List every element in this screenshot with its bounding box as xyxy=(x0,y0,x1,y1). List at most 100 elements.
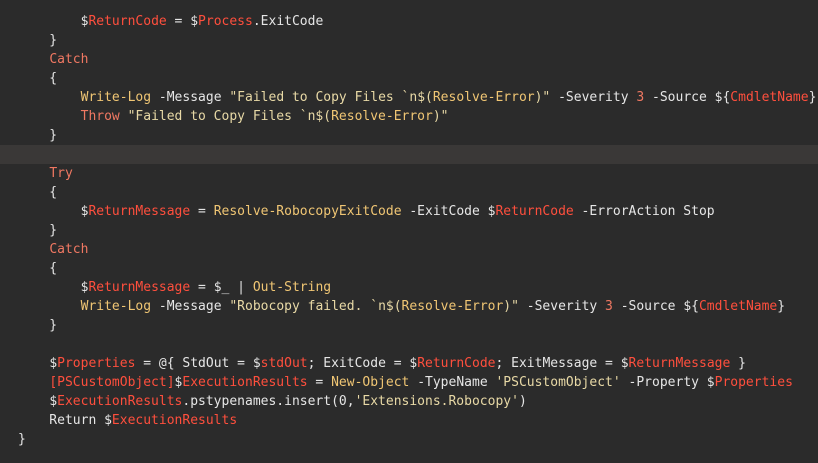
code-token: 'PSCustomObject' xyxy=(495,375,621,390)
code-line[interactable]: } xyxy=(0,221,818,240)
code-token: .pstypenames.insert(0, xyxy=(182,394,355,409)
code-token: ReturnMessage xyxy=(88,204,191,219)
code-line[interactable]: } xyxy=(0,126,818,145)
code-line[interactable]: $ExecutionResults.pstypenames.insert(0,'… xyxy=(0,392,818,411)
code-token: } xyxy=(18,432,26,447)
code-token: Properties xyxy=(57,356,136,371)
code-token: -ErrorAction Stop xyxy=(573,204,715,219)
code-token: stdOut xyxy=(260,356,308,371)
code-token: ExecutionResults xyxy=(57,394,183,409)
code-token: -Message xyxy=(151,299,230,314)
code-token: 3 xyxy=(636,90,645,105)
code-token: $ xyxy=(49,356,58,371)
code-token: Write-Log xyxy=(80,299,152,314)
code-token: $ xyxy=(620,356,629,371)
code-line[interactable]: [PSCustomObject] $ ExecutionResults = New-… xyxy=(0,373,818,392)
code-token: $ xyxy=(49,394,58,409)
code-token: { xyxy=(18,185,58,200)
code-line[interactable]: Write-Log -Message "Robocopy failed. `n$… xyxy=(0,297,818,316)
code-line[interactable] xyxy=(0,145,818,164)
code-token: Resolve-Error xyxy=(432,90,535,105)
code-token: )" xyxy=(503,299,519,314)
code-token: -ExitCode xyxy=(401,204,488,219)
code-line[interactable]: $ReturnMessage = $_ | Out-String xyxy=(0,278,818,297)
code-token: ; ExitCode = xyxy=(307,356,410,371)
code-token: { xyxy=(18,71,58,86)
code-line[interactable]: $ReturnCode = $Process.ExitCode xyxy=(0,12,818,31)
code-token: Properties xyxy=(714,375,793,390)
code-line[interactable]: Return $ExecutionResults xyxy=(0,411,818,430)
code-token: Catch xyxy=(49,52,89,67)
code-token: ReturnMessage xyxy=(88,280,191,295)
code-line[interactable]: } xyxy=(0,316,818,335)
code-token: = xyxy=(166,14,191,29)
code-token: Process xyxy=(198,14,253,29)
code-token: Write-Log xyxy=(80,90,152,105)
code-token: -Severity xyxy=(550,90,637,105)
code-line[interactable]: { xyxy=(0,259,818,278)
code-token: Resolve-Error xyxy=(401,299,504,314)
code-line[interactable]: Try xyxy=(0,164,818,183)
code-token: { xyxy=(18,261,58,276)
code-line[interactable]: { xyxy=(0,69,818,88)
code-line[interactable]: Catch xyxy=(0,50,818,69)
code-token: $ xyxy=(190,14,199,29)
code-token: -Source xyxy=(612,299,684,314)
code-token: } xyxy=(18,223,58,238)
code-token: -TypeName xyxy=(409,375,496,390)
code-token: )" xyxy=(432,109,449,124)
code-token: } xyxy=(18,318,58,333)
code-line[interactable]: $ReturnMessage = Resolve-RobocopyExitCod… xyxy=(0,202,818,221)
code-token: = xyxy=(190,280,214,295)
code-token: ${ xyxy=(714,90,731,105)
code-token: CmdletName xyxy=(698,299,778,314)
code-token: ReturnCode xyxy=(495,204,574,219)
code-token: ReturnMessage xyxy=(628,356,731,371)
code-token: .ExitCode xyxy=(252,14,324,29)
code-token: Try xyxy=(49,166,73,181)
code-token: $ xyxy=(104,413,112,428)
code-token: "Failed to Copy Files `n$( xyxy=(229,90,433,105)
code-line[interactable]: } xyxy=(0,430,818,449)
code-token: } xyxy=(18,33,58,48)
code-token: ReturnCode xyxy=(88,14,167,29)
code-token: ; ExitMessage = xyxy=(495,356,621,371)
code-line[interactable]: $Properties = @{ StdOut = $stdOut; ExitC… xyxy=(0,354,818,373)
code-token: ExecutionResults xyxy=(111,413,238,428)
code-token: $_ xyxy=(213,280,230,295)
code-line[interactable]: } xyxy=(0,31,818,50)
code-token: ExecutionResults xyxy=(182,375,308,390)
code-token: CmdletName xyxy=(730,90,809,105)
code-token: ${ xyxy=(683,299,699,314)
code-token: } xyxy=(18,128,58,143)
code-line[interactable]: Throw "Failed to Copy Files `n$(Resolve-… xyxy=(0,107,818,126)
code-token: -Source xyxy=(644,90,715,105)
code-token: New-Object xyxy=(331,375,410,390)
code-token: = xyxy=(190,204,214,219)
code-token: $ xyxy=(252,356,261,371)
code-token: = xyxy=(307,375,332,390)
code-line[interactable]: Write-Log -Message "Failed to Copy Files… xyxy=(0,88,818,107)
code-token: -Property xyxy=(620,375,707,390)
code-token: $ xyxy=(706,375,715,390)
code-token: Resolve-Error xyxy=(331,109,433,124)
code-line[interactable] xyxy=(0,335,818,354)
code-line[interactable]: { xyxy=(0,183,818,202)
code-token: -Severity xyxy=(518,299,606,314)
code-token: Throw xyxy=(80,109,120,124)
code-editor[interactable]: $ReturnCode = $Process.ExitCode } Catch … xyxy=(0,0,818,463)
code-token: 3 xyxy=(605,299,613,314)
code-token: -Message xyxy=(151,90,230,105)
code-token: ReturnCode xyxy=(417,356,496,371)
code-line[interactable]: Catch xyxy=(0,240,818,259)
code-token: | xyxy=(229,280,253,295)
